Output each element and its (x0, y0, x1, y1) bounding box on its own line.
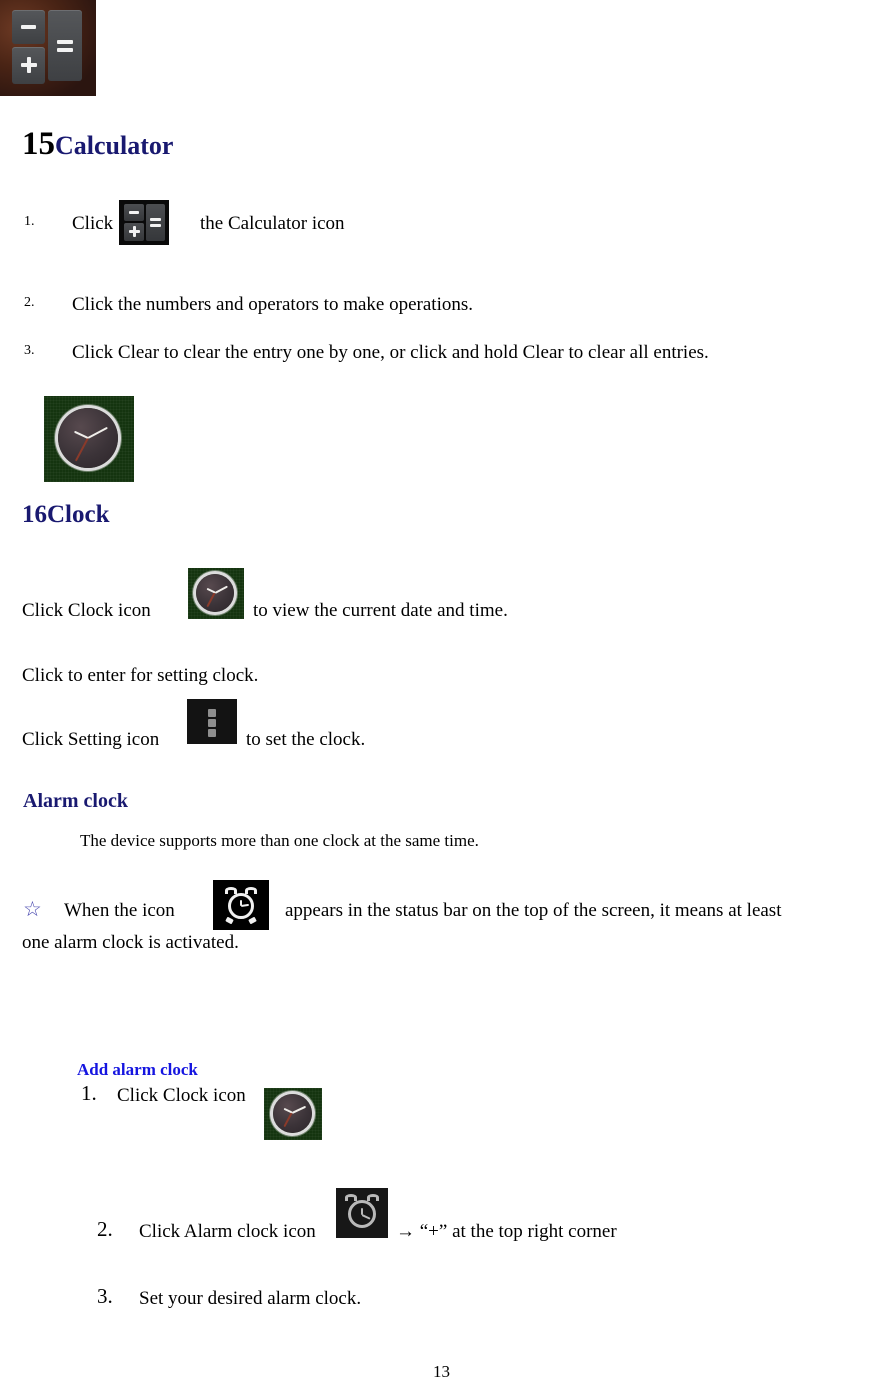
clock-line3-before: Click Setting icon (22, 729, 160, 750)
second-hand (206, 592, 216, 608)
minus-glyph (129, 211, 139, 214)
clock-face (273, 1094, 312, 1133)
list-marker: 1. (24, 214, 35, 229)
clock-icon (188, 568, 244, 619)
list-marker: 3. (97, 1284, 113, 1308)
minute-hand (291, 1105, 306, 1114)
hour-hand (73, 430, 89, 439)
step-3-text: Click Clear to clear the entry one by on… (72, 342, 709, 363)
section-number: 15 (22, 126, 55, 162)
bell-right (245, 887, 257, 894)
page-title-calculator: 15Calculator (22, 126, 173, 163)
alarm-hour-hand (361, 1208, 363, 1215)
section-title: Calculator (55, 131, 174, 160)
bell-right (367, 1194, 379, 1201)
minus-key (12, 10, 45, 44)
alarm-hour-hand (240, 900, 242, 906)
foot-right (248, 916, 257, 925)
add-alarm-step-3-text: Set your desired alarm clock. (139, 1288, 362, 1309)
alarm-note: The device supports more than one clock … (80, 831, 479, 850)
plus-glyph-v (27, 57, 31, 73)
equals-key (146, 204, 165, 241)
heading-alarm-clock: Alarm clock (23, 790, 128, 812)
clock-line1-before: Click Clock icon (22, 600, 151, 621)
alarm-bullet-after: appears in the status bar on the top of … (285, 900, 782, 921)
minus-glyph (21, 25, 36, 29)
step-1-text-before: Click (72, 213, 114, 234)
bell-left (225, 887, 237, 894)
page-number: 13 (433, 1362, 450, 1381)
calculator-keypad (12, 10, 86, 84)
alarm-clock-icon (336, 1188, 388, 1238)
heading-add-alarm-clock: Add alarm clock (77, 1060, 198, 1079)
second-hand (283, 1112, 293, 1128)
calculator-icon (119, 200, 169, 245)
alarm-bullet-line2: one alarm clock is activated. (22, 932, 239, 953)
add-alarm-step-1-text: Click Clock icon (117, 1085, 246, 1106)
list-marker: 2. (24, 295, 35, 310)
plus-glyph-v (133, 226, 136, 237)
calculator-app-icon (0, 0, 96, 96)
hour-hand (206, 588, 216, 594)
plus-key (12, 47, 45, 84)
clock-face (58, 408, 118, 468)
equals-glyph-top (57, 40, 73, 44)
hour-hand (283, 1108, 293, 1114)
clock-face (196, 574, 234, 612)
step-2-text: Click the numbers and operators to make … (72, 294, 474, 315)
add-alarm-step-2-text-before: Click Alarm clock icon (139, 1221, 316, 1242)
alarm-bullet-before: When the icon (64, 900, 175, 921)
equals-glyph-top (150, 218, 161, 221)
equals-key (48, 10, 82, 81)
list-marker: 1. (81, 1081, 97, 1105)
clock-line3-after: to set the clock. (246, 729, 366, 750)
kebab-dot-middle (208, 719, 216, 727)
list-marker: 2. (97, 1217, 113, 1241)
page-title-clock: 16Clock (22, 501, 110, 528)
clock-app-icon (44, 396, 134, 482)
add-alarm-step-2-text-after: → “+” at the top right corner (396, 1221, 617, 1242)
equals-glyph-bottom (57, 48, 73, 52)
foot-left (225, 916, 234, 925)
clock-line1-after: to view the current date and time. (253, 600, 508, 621)
alarm-clock-icon (213, 880, 269, 930)
settings-kebab-icon (187, 699, 237, 744)
kebab-dot-top (208, 709, 216, 717)
clock-icon (264, 1088, 322, 1140)
plus-key (124, 223, 144, 241)
kebab-dot-bottom (208, 729, 216, 737)
star-bullet-icon: ☆ (23, 897, 42, 921)
list-marker: 3. (24, 343, 35, 358)
bell-left (345, 1194, 357, 1201)
minute-hand (87, 426, 108, 439)
equals-glyph-bottom (150, 224, 161, 227)
clock-line2: Click to enter for setting clock. (22, 665, 259, 686)
second-hand (74, 437, 89, 462)
minus-key (124, 204, 144, 221)
step-1-text-after: the Calculator icon (200, 213, 345, 234)
minute-hand (214, 585, 228, 594)
